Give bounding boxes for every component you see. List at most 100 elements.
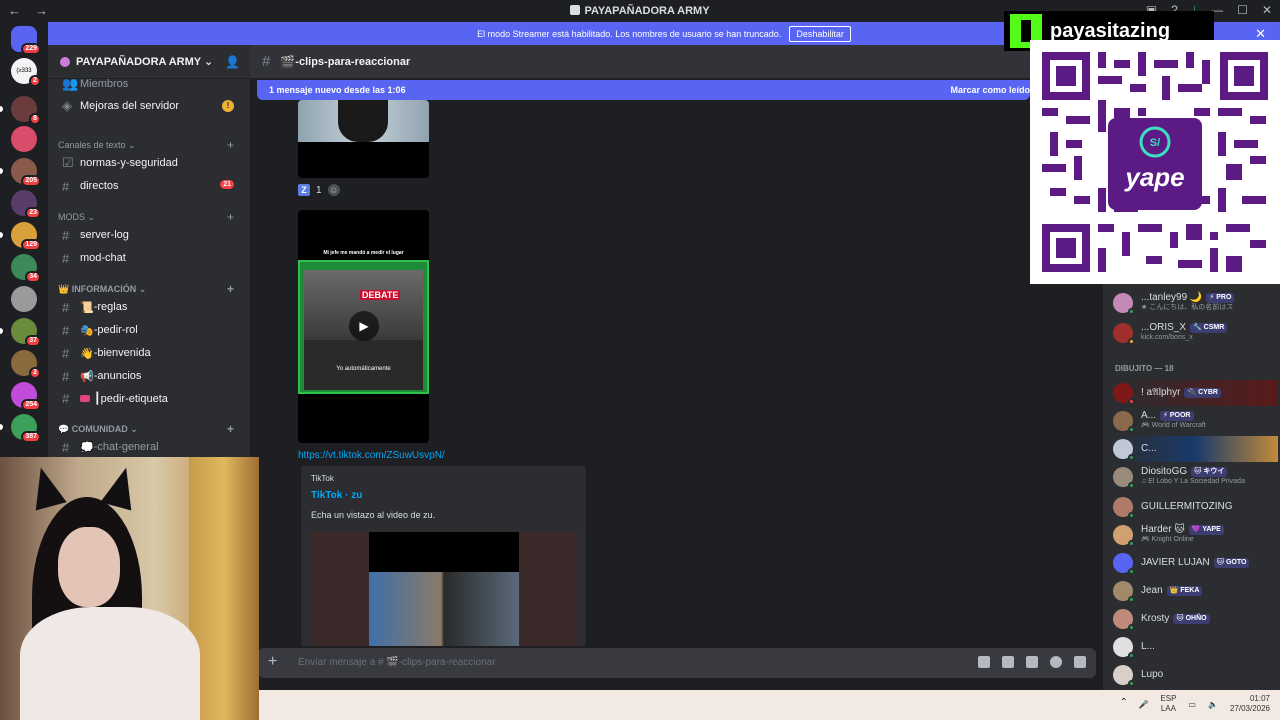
- server-icon-8[interactable]: [11, 286, 37, 312]
- category-mods[interactable]: MODS ⌄ +: [56, 209, 242, 225]
- channel-server-log[interactable]: # server-log: [56, 224, 242, 246]
- message-input[interactable]: Enviar mensaje a # 🎬-clips-para-reaccion…: [298, 657, 496, 668]
- video-attachment-1[interactable]: [298, 100, 429, 178]
- chat-bubble-icon: 💬: [58, 423, 72, 434]
- disable-streamer-button[interactable]: Deshabilitar: [789, 25, 851, 42]
- close-window-icon[interactable]: ✕: [1262, 3, 1272, 18]
- member-item[interactable]: DiositoGG 🐱 キウイ ♫ El Lobo Y La Sociedad Pr…: [1113, 464, 1278, 490]
- add-reaction-icon[interactable]: ☺: [327, 184, 340, 196]
- warning-icon: !: [222, 100, 234, 112]
- gif-icon[interactable]: [1002, 656, 1014, 668]
- channel-pedir-etiqueta[interactable]: # ┃pedir-etiqueta: [56, 387, 242, 409]
- qr-code-icon: S/ yape: [1042, 52, 1268, 272]
- member-list: ...tanley99 🌙 ⚡ PRO ★ こんにちは、私の名前はス ...ORIS…: [1103, 284, 1280, 690]
- os-taskbar: ⌃ 🎤 ESP LAA ▭ 🔈 01:07 27/03/2026: [259, 690, 1280, 720]
- microphone-icon[interactable]: 🎤: [1138, 700, 1148, 709]
- tiktok-link[interactable]: https://vt.tiktok.com/ZSuwUsvpN/: [298, 450, 445, 461]
- server-icon-2[interactable]: 8: [11, 96, 41, 125]
- channel-mod-chat[interactable]: # mod-chat: [56, 247, 242, 269]
- volume-icon[interactable]: 🔈: [1208, 700, 1218, 709]
- members-link[interactable]: 👥 Miembros: [56, 73, 242, 95]
- member-item[interactable]: ! a𝔄lphyr 🔌 CYBR: [1113, 380, 1278, 406]
- member-item[interactable]: C...: [1113, 436, 1278, 462]
- embed-thumbnail[interactable]: [311, 532, 577, 646]
- server-icon-10[interactable]: 2: [11, 350, 41, 379]
- member-item[interactable]: L...: [1113, 634, 1278, 660]
- server-icon: [570, 5, 581, 15]
- language-indicator[interactable]: ESP LAA: [1160, 694, 1176, 714]
- online-status-icon: [1128, 308, 1135, 315]
- play-icon[interactable]: ▶: [349, 311, 379, 341]
- member-item[interactable]: ...ORIS_X 🔧 CSMR kick.com/boris_x: [1113, 320, 1278, 346]
- add-channel-icon[interactable]: +: [227, 138, 234, 152]
- embed-provider: TikTok: [311, 474, 334, 483]
- add-channel-icon[interactable]: +: [227, 282, 234, 296]
- channel-chat-general[interactable]: # 💭 -chat-general: [56, 436, 242, 458]
- server-badge-icon: [60, 56, 70, 67]
- home-button[interactable]: 229: [11, 26, 41, 55]
- add-channel-icon[interactable]: +: [227, 210, 234, 224]
- member-item[interactable]: Harder 🐱 💜 YAPE 🎮 Knight Online: [1113, 522, 1278, 548]
- category-comunidad[interactable]: 💬 COMUNIDAD ⌄ +: [56, 421, 242, 437]
- unread-pill: [0, 232, 3, 238]
- speech-icon: 💭: [80, 441, 94, 454]
- mask-icon: 🎭: [80, 324, 94, 337]
- avatar: [1113, 293, 1135, 315]
- member-item[interactable]: ...tanley99 🌙 ⚡ PRO ★ こんにちは、私の名前はス: [1113, 290, 1278, 316]
- server-icon-7[interactable]: 34: [11, 254, 41, 283]
- apps-icon[interactable]: [1074, 656, 1086, 668]
- member-item[interactable]: Jean 👑 FEKA: [1113, 578, 1278, 604]
- server-icon-12[interactable]: 387: [11, 414, 41, 443]
- server-icon-4[interactable]: 205: [11, 158, 41, 187]
- category-canales-texto[interactable]: Canales de texto ⌄ +: [56, 137, 242, 153]
- server-icon-5[interactable]: 23: [11, 190, 41, 219]
- embed-title[interactable]: TikTok · zu: [311, 490, 362, 501]
- mark-as-read-button[interactable]: Marcar como leído: [950, 85, 1030, 95]
- server-icon-333[interactable]: (≥333 2: [11, 58, 41, 87]
- new-messages-bar[interactable]: 1 mensaje nuevo desde las 1:06 Marcar co…: [257, 80, 1030, 100]
- category-informacion[interactable]: 👑 INFORMACIÓN ⌄ +: [56, 281, 242, 297]
- server-icon-3[interactable]: [11, 126, 37, 152]
- server-icon-6[interactable]: 129: [11, 222, 41, 251]
- member-item[interactable]: JAVIER LUJAN 🐱 GOTO: [1113, 550, 1278, 576]
- channel-normas[interactable]: ☑ normas-y-seguridad: [56, 152, 242, 174]
- upload-plus-icon[interactable]: +: [268, 653, 277, 671]
- gift-icon[interactable]: [978, 656, 990, 668]
- hash-icon: #: [62, 345, 70, 361]
- hash-icon: #: [62, 227, 70, 243]
- channel-pedir-rol[interactable]: # 🎭 -pedir-rol: [56, 319, 242, 341]
- maximize-icon[interactable]: ☐: [1237, 3, 1248, 18]
- server-boost-link[interactable]: ◈ Mejoras del servidor!: [56, 95, 242, 117]
- channel-anuncios[interactable]: # 📢 -anuncios: [56, 365, 242, 387]
- clock[interactable]: 01:07 27/03/2026: [1230, 694, 1270, 714]
- member-item[interactable]: A... ⚡ POOR 🎮 World of Warcraft: [1113, 408, 1278, 434]
- svg-text:yape: yape: [1123, 162, 1184, 192]
- channel-directos[interactable]: # directos 21: [56, 175, 242, 197]
- sticker-icon[interactable]: [1026, 656, 1038, 668]
- discord-app: ← → PAYAPAÑADORA ARMY ▣ ? ⤓ — ☐ ✕ 229 (≥…: [0, 0, 1280, 720]
- member-item[interactable]: Lupo: [1113, 662, 1278, 688]
- member-item[interactable]: GUILLERMITOZING: [1113, 494, 1278, 520]
- message-composer: + Enviar mensaje a # 🎬-clips-para-reacci…: [258, 648, 1096, 678]
- hash-icon: #: [62, 439, 70, 455]
- emoji-icon[interactable]: [1050, 656, 1062, 668]
- network-icon[interactable]: ▭: [1188, 700, 1196, 709]
- unread-pill: [0, 328, 3, 334]
- invite-icon[interactable]: 👤: [225, 55, 240, 69]
- tray-chevron-icon[interactable]: ⌃: [1120, 697, 1128, 708]
- embed-description: Echa un vistazo al video de zu.: [311, 510, 436, 520]
- unread-pill: [0, 106, 3, 112]
- avatar: [1113, 467, 1135, 489]
- member-item[interactable]: Krosty 🐱 OHÑO: [1113, 606, 1278, 632]
- add-channel-icon[interactable]: +: [227, 422, 234, 436]
- reaction-emoji[interactable]: Z: [298, 184, 310, 196]
- channel-bienvenida[interactable]: # 👋 -bienvenida: [56, 342, 242, 364]
- link-embed: TikTok TikTok · zu Echa un vistazo al vi…: [298, 466, 586, 646]
- unread-pill: [0, 168, 3, 174]
- yape-qr-overlay: S/ yape: [1030, 40, 1280, 284]
- channel-reglas[interactable]: # 📜 -reglas: [56, 296, 242, 318]
- server-icon-9[interactable]: 37: [11, 318, 41, 347]
- video-attachment-2[interactable]: Mi jefe me mandó a medir el lugar DEBATE…: [298, 210, 429, 443]
- reaction-bar: Z 1 ☺: [298, 184, 340, 196]
- server-icon-11[interactable]: 254: [11, 382, 41, 411]
